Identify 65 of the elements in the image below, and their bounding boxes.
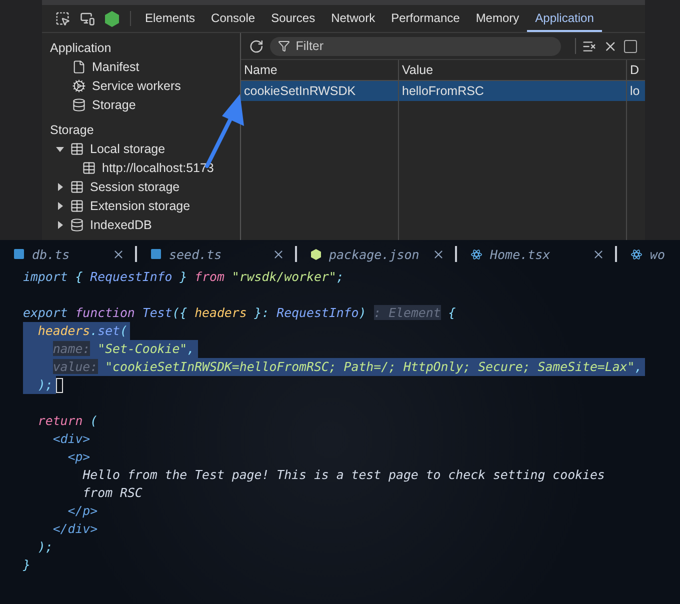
checkbox[interactable] [624,40,637,52]
database-icon [70,218,84,232]
code-line: <div> [52,430,90,448]
code-line: return ( [36,412,98,430]
code-line: import { RequestInfo } from "rwsdk/worker"; [23,268,344,286]
table-cell[interactable]: lo [627,81,645,101]
expand-icon[interactable] [56,202,64,210]
file-tab[interactable]: seed.ts [137,246,297,262]
code-line: Hello from the Test page! This is a test page to check setting cookies [82,466,605,484]
table-cell[interactable]: helloFromRSC [399,81,627,101]
tree-item[interactable]: Manifest [50,57,140,76]
file-tab[interactable]: wo [617,246,676,262]
gears-icon [72,78,86,92]
close-icon[interactable] [592,248,605,260]
panel-tab[interactable]: Performance [383,5,468,32]
tree-item[interactable]: http://localhost:5173 [50,158,214,177]
hexagon-icon[interactable] [105,10,119,26]
code-line: </p> [66,502,98,520]
table-cell[interactable]: cookieSetInRWSDK [241,81,399,101]
section-title: Application [50,40,112,57]
database-icon [72,98,86,112]
file-tab[interactable]: package.json [297,246,457,262]
expand-icon[interactable] [56,220,64,228]
tree-item[interactable]: Service workers [50,76,181,95]
device-icon[interactable] [80,11,95,26]
filter-field[interactable]: Filter [270,36,562,56]
inspect-icon[interactable] [55,11,70,26]
code-line: </div> [52,520,98,538]
code-line: export function Test({ headers }: RequestInfo) : Element { [23,304,456,322]
table-icon [70,180,84,194]
file-tab[interactable]: db.ts [0,246,137,262]
code-line: from RSC [82,484,142,502]
panel-tab[interactable]: Sources [263,5,324,32]
code-line: ); [36,538,53,556]
code-line: } [23,556,30,574]
clear-list-icon[interactable] [582,38,598,54]
tree-item[interactable]: Local storage [50,139,166,158]
close-icon[interactable] [112,248,125,260]
file-type-icon [151,249,161,259]
code-line: <p> [66,448,90,466]
section-title: Storage [50,122,94,139]
close-icon[interactable] [432,248,445,260]
close-icon[interactable] [272,248,285,260]
tree-item[interactable]: IndexedDB [50,215,152,234]
file-type-icon [14,249,24,259]
expand-icon[interactable] [56,182,64,190]
panel-tab[interactable]: Console [203,5,264,32]
collapse-icon[interactable] [56,144,64,152]
filter-icon [278,40,290,52]
hexagon-icon [311,248,321,260]
panel-tab[interactable]: Memory [468,5,528,32]
file-tab[interactable]: Home.tsx [457,246,617,262]
tree-item[interactable]: Extension storage [50,196,190,215]
atom-icon [471,248,482,260]
refresh-icon[interactable] [249,38,264,54]
atom-icon [631,248,642,260]
tree-item[interactable]: Session storage [50,177,180,196]
table-icon [70,198,84,212]
panel-tab[interactable]: Application [527,5,602,32]
table-icon [70,142,84,156]
panel-tab[interactable]: Elements [137,5,204,32]
panel-tab[interactable]: Network [323,5,384,32]
tree-item[interactable]: Storage [50,95,136,114]
file-icon [72,60,86,74]
table-icon [82,160,96,174]
